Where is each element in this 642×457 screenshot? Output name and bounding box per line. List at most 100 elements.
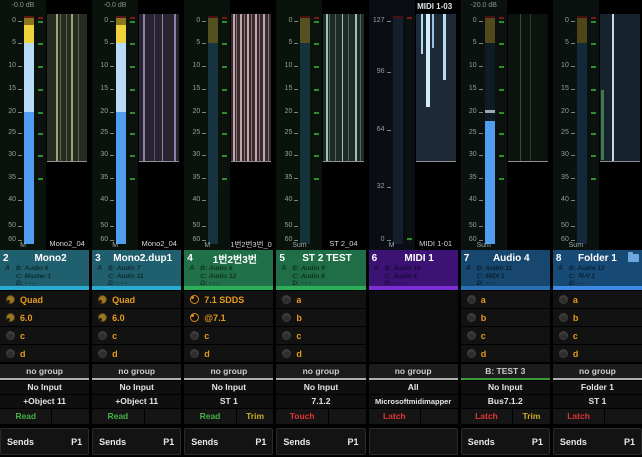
output-routing-button[interactable]: Bus7.1.2: [460, 395, 550, 408]
output-routing-button[interactable]: ST 1: [552, 395, 642, 408]
config-slot-button[interactable]: 6.0: [0, 309, 90, 326]
channel-name[interactable]: Audio 4: [476, 253, 547, 264]
channel-header[interactable]: 3 Mono2.dup1 A B: Audio 7 C: Audio 11 D:…: [92, 250, 182, 290]
automation-mode-button[interactable]: Read: [92, 409, 144, 424]
config-slot-button[interactable]: @7.1: [184, 309, 274, 326]
channel-config-info: A B: Audio 11 C: MIDI 1 D: - - -: [464, 265, 547, 288]
meter-tick-green: [314, 112, 320, 114]
channel-header[interactable]: 5 ST 2 TEST A B: Audio 9 C: Audio 8 D: -…: [276, 250, 366, 290]
input-routing-button[interactable]: Folder 1: [552, 381, 642, 394]
channel-overview-display[interactable]: [323, 14, 364, 162]
config-slot-button[interactable]: 7.1 SDDS: [184, 291, 274, 308]
channel-header[interactable]: 8 Folder 1 A B: Audio 12 C: 믹서 1 D: - - …: [552, 250, 642, 290]
scale-tick-mark: [294, 155, 299, 156]
sends-button[interactable]: Sends P1: [276, 428, 366, 455]
sends-button[interactable]: [368, 428, 458, 455]
config-slot-button[interactable]: d: [92, 345, 182, 362]
automation-trim-button[interactable]: [605, 409, 642, 424]
group-assign-button[interactable]: no group: [0, 364, 90, 380]
scale-tick-mark: [570, 240, 575, 241]
channel-header[interactable]: 4 1번2번3번 A B: Audio 8 C: Audio 12 D: - -…: [184, 250, 274, 290]
config-slot-button[interactable]: c: [460, 327, 550, 344]
group-assign-button[interactable]: B: TEST 3: [460, 364, 550, 380]
channel-overview-display[interactable]: [47, 14, 88, 162]
channel-strip-4: 0 5 10 15 20 25 30 35 40 50 60 M 1번2번3번_04 4 1번2번3…: [184, 0, 274, 457]
automation-mode-button[interactable]: Latch: [552, 409, 605, 424]
config-slot-button[interactable]: c: [552, 327, 642, 344]
channel-name[interactable]: Mono2: [15, 253, 86, 264]
channel-name[interactable]: Mono2.dup1: [107, 253, 178, 264]
channel-name[interactable]: ST 2 TEST: [291, 253, 362, 264]
group-assign-button[interactable]: no group: [276, 364, 366, 380]
channel-overview-display[interactable]: [599, 14, 640, 162]
channel-name[interactable]: Folder 1: [568, 253, 627, 264]
meter-tick-green: [130, 66, 136, 68]
config-slot-button[interactable]: Quad: [0, 291, 90, 308]
automation-trim-button[interactable]: [420, 409, 458, 424]
automation-trim-button[interactable]: Trim: [513, 409, 550, 424]
automation-trim-button[interactable]: [52, 409, 90, 424]
channel-header[interactable]: 7 Audio 4 A B: Audio 11 C: MIDI 1 D: - -…: [460, 250, 550, 290]
group-assign-button[interactable]: no group: [92, 364, 182, 380]
input-routing-button[interactable]: No Input: [92, 381, 182, 394]
automation-mode-button[interactable]: Touch: [276, 409, 328, 424]
sends-button[interactable]: Sends P1: [0, 428, 90, 455]
output-routing-button[interactable]: +Object 11: [0, 395, 90, 408]
channel-overview-display[interactable]: [231, 14, 272, 162]
input-routing-button[interactable]: No Input: [0, 381, 90, 394]
config-slot-button[interactable]: c: [276, 327, 366, 344]
config-slot-button[interactable]: b: [276, 309, 366, 326]
automation-trim-button[interactable]: [144, 409, 182, 424]
output-routing-button[interactable]: +Object 11: [92, 395, 182, 408]
channel-overview-display[interactable]: [507, 14, 548, 162]
config-slot-button[interactable]: b: [552, 309, 642, 326]
output-routing-button[interactable]: 7.1.2: [276, 395, 366, 408]
config-slot-button[interactable]: Quad: [92, 291, 182, 308]
output-routing-button[interactable]: ST 1: [184, 395, 274, 408]
input-routing-button[interactable]: No Input: [276, 381, 366, 394]
group-assign-button[interactable]: no group: [184, 364, 274, 380]
automation-trim-button[interactable]: [328, 409, 366, 424]
scale-tick-mark: [294, 89, 299, 90]
scale-tick-mark: [18, 178, 22, 179]
sends-button[interactable]: Sends P1: [184, 428, 274, 455]
channel-header[interactable]: 6 MIDI 1 A B: Audio 10 C: Audio 4 D: - -…: [368, 250, 458, 290]
channel-overview-display[interactable]: [139, 14, 180, 162]
automation-mode-button[interactable]: Latch: [460, 409, 513, 424]
output-routing-button[interactable]: Microsoftmidimapper: [368, 395, 458, 408]
sends-button[interactable]: Sends P1: [92, 428, 182, 455]
channel-overview-display[interactable]: [415, 14, 456, 162]
channel-name[interactable]: MIDI 1: [384, 253, 455, 264]
overview-event-line: [600, 90, 604, 160]
automation-mode-button[interactable]: Read: [184, 409, 236, 424]
meter-tick-green: [314, 66, 320, 68]
meter-area: MIDI 1-03 127 96 64 32 0 M MIDI 1-01: [368, 0, 458, 250]
automation-trim-button[interactable]: Trim: [236, 409, 274, 424]
config-slot-button[interactable]: c: [0, 327, 90, 344]
config-slot-button[interactable]: c: [92, 327, 182, 344]
channel-name[interactable]: 1번2번3번: [199, 251, 270, 266]
config-slot-button[interactable]: a: [276, 291, 366, 308]
config-slot-button[interactable]: a: [460, 291, 550, 308]
meter-tick-bar: [406, 16, 412, 244]
config-slot-button[interactable]: d: [552, 345, 642, 362]
config-slot-button[interactable]: d: [0, 345, 90, 362]
channel-header[interactable]: 2 Mono2 A B: Audio 6 C: Master 1 D: - - …: [0, 250, 90, 290]
automation-mode-button[interactable]: Latch: [368, 409, 420, 424]
config-slot-button[interactable]: b: [460, 309, 550, 326]
input-routing-button[interactable]: No Input: [184, 381, 274, 394]
automation-mode-button[interactable]: Read: [0, 409, 52, 424]
config-slot-button[interactable]: 6.0: [92, 309, 182, 326]
group-assign-button[interactable]: no group: [552, 364, 642, 380]
sends-button[interactable]: Sends P1: [460, 428, 550, 455]
config-slot-button[interactable]: d: [184, 345, 274, 362]
input-routing-button[interactable]: All: [368, 381, 458, 394]
input-routing-button[interactable]: No Input: [460, 381, 550, 394]
config-slot-button[interactable]: d: [460, 345, 550, 362]
config-slot-button[interactable]: a: [552, 291, 642, 308]
config-slot-button[interactable]: c: [184, 327, 274, 344]
config-slot-button[interactable]: d: [276, 345, 366, 362]
scale-tick-mark: [478, 43, 483, 44]
sends-button[interactable]: Sends P1: [552, 428, 642, 455]
group-assign-button[interactable]: no group: [368, 364, 458, 380]
